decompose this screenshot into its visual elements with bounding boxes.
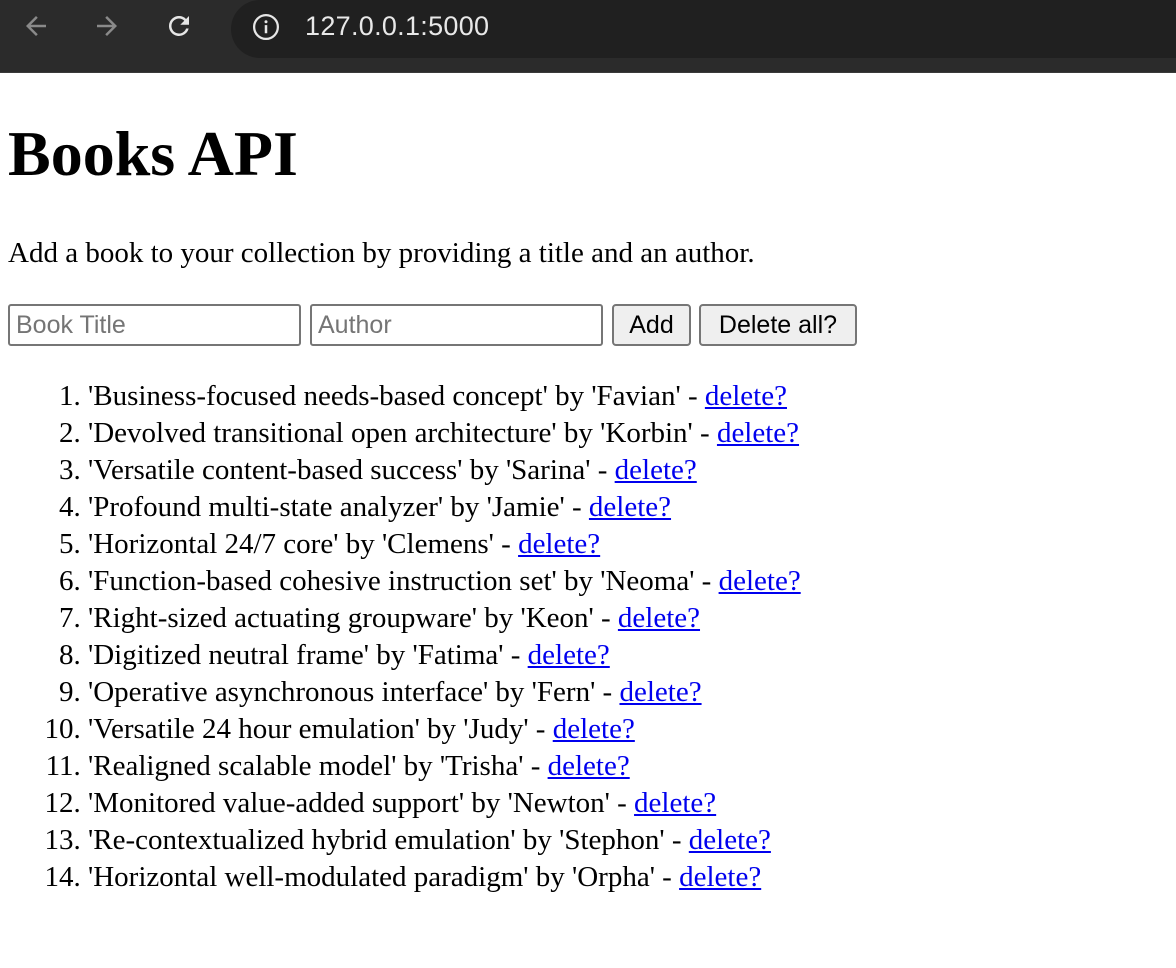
- book-list: 'Business-focused needs-based concept' b…: [0, 378, 1100, 896]
- delete-book-link[interactable]: delete?: [589, 491, 671, 523]
- book-author: Trisha: [445, 750, 519, 782]
- book-author: Neoma: [605, 565, 690, 597]
- book-author: Orpha: [577, 861, 650, 893]
- book-author: Keon: [525, 602, 589, 634]
- reload-icon[interactable]: [161, 8, 197, 44]
- delete-book-link[interactable]: delete?: [553, 713, 635, 745]
- book-title: Realigned scalable model: [93, 750, 392, 782]
- book-author: Korbin: [605, 417, 688, 449]
- add-button[interactable]: Add: [612, 304, 691, 346]
- delete-book-link[interactable]: delete?: [717, 417, 799, 449]
- delete-book-link[interactable]: delete?: [689, 824, 771, 856]
- delete-book-link[interactable]: delete?: [528, 639, 610, 671]
- delete-book-link[interactable]: delete?: [548, 750, 630, 782]
- book-author: Fatima: [417, 639, 499, 671]
- book-title-input[interactable]: [8, 304, 301, 346]
- book-title: Business-focused needs-based concept: [93, 380, 543, 412]
- book-author: Newton: [512, 787, 605, 819]
- delete-book-link[interactable]: delete?: [679, 861, 761, 893]
- book-title: Horizontal 24/7 core: [93, 528, 334, 560]
- book-list-item: 'Horizontal 24/7 core' by 'Clemens' - de…: [88, 526, 1100, 563]
- delete-book-link[interactable]: delete?: [615, 454, 697, 486]
- book-author: Judy: [468, 713, 524, 745]
- delete-book-link[interactable]: delete?: [518, 528, 600, 560]
- address-bar[interactable]: 127.0.0.1:5000: [231, 0, 1176, 58]
- book-title: Monitored value-added support: [93, 787, 459, 819]
- book-list-item: 'Monitored value-added support' by 'Newt…: [88, 785, 1100, 822]
- back-arrow-icon[interactable]: [18, 8, 54, 44]
- book-author: Favian: [596, 380, 676, 412]
- book-list-item: 'Digitized neutral frame' by 'Fatima' - …: [88, 637, 1100, 674]
- book-title: Versatile 24 hour emulation: [93, 713, 415, 745]
- book-title: Re-contextualized hybrid emulation: [93, 824, 511, 856]
- book-list-item: 'Operative asynchronous interface' by 'F…: [88, 674, 1100, 711]
- book-author: Stephon: [564, 824, 660, 856]
- book-title: Profound multi-state analyzer: [93, 491, 438, 523]
- book-list-item: 'Horizontal well-modulated paradigm' by …: [88, 859, 1100, 896]
- delete-book-link[interactable]: delete?: [719, 565, 801, 597]
- book-title: Horizontal well-modulated paradigm: [93, 861, 524, 893]
- book-list-item: 'Devolved transitional open architecture…: [88, 415, 1100, 452]
- book-author: Fern: [536, 676, 591, 708]
- book-title: Digitized neutral frame: [93, 639, 364, 671]
- book-list-item: 'Business-focused needs-based concept' b…: [88, 378, 1100, 415]
- book-title: Versatile content-based success: [93, 454, 458, 486]
- book-list-item: 'Right-sized actuating groupware' by 'Ke…: [88, 600, 1100, 637]
- delete-book-link[interactable]: delete?: [619, 676, 701, 708]
- book-title: Devolved transitional open architecture: [93, 417, 552, 449]
- delete-book-link[interactable]: delete?: [705, 380, 787, 412]
- forward-arrow-icon[interactable]: [89, 8, 125, 44]
- book-title: Function-based cohesive instruction set: [93, 565, 552, 597]
- author-input[interactable]: [310, 304, 603, 346]
- delete-book-link[interactable]: delete?: [634, 787, 716, 819]
- book-list-item: 'Realigned scalable model' by 'Trisha' -…: [88, 748, 1100, 785]
- site-info-icon[interactable]: [251, 12, 281, 42]
- book-list-item: 'Versatile content-based success' by 'Sa…: [88, 452, 1100, 489]
- page-content: Books API Add a book to your collection …: [0, 74, 1176, 968]
- url-text[interactable]: 127.0.0.1:5000: [305, 11, 489, 42]
- browser-toolbar: 127.0.0.1:5000: [0, 0, 1176, 73]
- book-title: Operative asynchronous interface: [93, 676, 483, 708]
- delete-all-button[interactable]: Delete all?: [699, 304, 857, 346]
- page-title: Books API: [8, 118, 298, 189]
- intro-text: Add a book to your collection by providi…: [8, 237, 755, 269]
- book-title: Right-sized actuating groupware: [93, 602, 472, 634]
- book-author: Jamie: [491, 491, 560, 523]
- book-author: Sarina: [511, 454, 586, 486]
- book-author: Clemens: [387, 528, 489, 560]
- book-list-item: 'Function-based cohesive instruction set…: [88, 563, 1100, 600]
- delete-book-link[interactable]: delete?: [618, 602, 700, 634]
- book-list-item: 'Profound multi-state analyzer' by 'Jami…: [88, 489, 1100, 526]
- book-list-item: 'Versatile 24 hour emulation' by 'Judy' …: [88, 711, 1100, 748]
- book-list-item: 'Re-contextualized hybrid emulation' by …: [88, 822, 1100, 859]
